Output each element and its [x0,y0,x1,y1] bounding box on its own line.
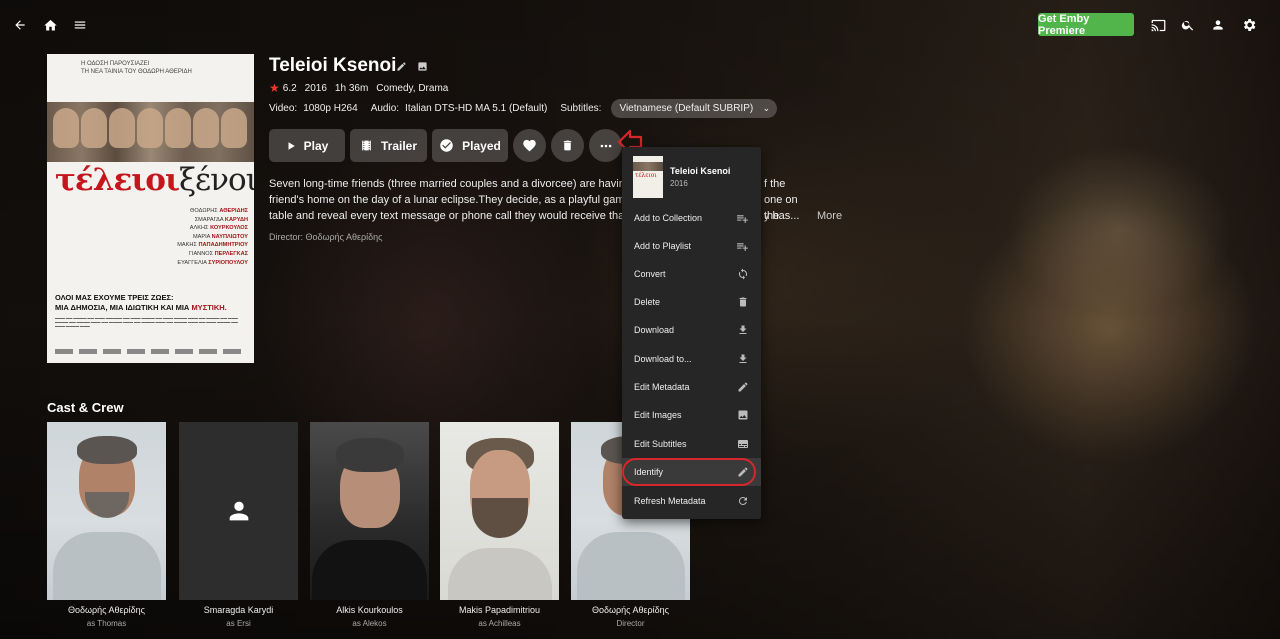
pencil-icon [738,382,748,392]
subtitles-select[interactable]: Vietnamese (Default SUBRIP) ⌄ [611,99,778,118]
playlist-add-icon [737,242,748,251]
home-icon[interactable] [40,15,60,35]
action-buttons: Play Trailer Played [269,129,622,162]
meta-row: ★ 6.2 2016 1h 36m Comedy, Drama [269,81,448,95]
cast-card[interactable]: Alkis Kourkoulos as Alekos [310,422,429,628]
cast-photo [47,422,166,600]
director-line: Director: Θοδωρής Αθερίδης [269,232,383,242]
trailer-button[interactable]: Trailer [350,129,427,162]
person-icon [229,501,248,521]
subtitles-label: Subtitles: [560,103,602,114]
download-icon [739,325,747,334]
context-menu: τέλειοι Teleioi Ksenoi 2016 Add to Colle… [622,147,761,519]
cast-photo-placeholder [179,422,298,600]
heart-icon [523,139,536,152]
top-bar: Get Emby Premiere [0,0,1280,50]
cast-card[interactable]: Θοδωρής Αθερίδης as Thomas [47,422,166,628]
menu-identify[interactable]: Identify [622,458,761,486]
menu-item-year: 2016 [670,179,688,188]
image-icon [738,410,748,420]
audio-label: Audio: [370,103,400,114]
year: 2016 [304,82,327,94]
menu-download[interactable]: Download [622,316,761,344]
refresh-icon [738,497,747,506]
rating-star-icon: ★ [269,81,280,95]
annotation-highlight-ring [622,458,756,486]
favorite-button[interactable] [513,129,546,162]
cast-name: Alkis Kourkoulos [336,605,403,615]
menu-edit-subtitles[interactable]: Edit Subtitles [622,430,761,458]
video-label: Video: [269,103,298,114]
cast-name: Θοδωρής Αθερίδης [591,605,669,615]
menu-convert[interactable]: Convert [622,260,761,288]
download-icon [739,354,747,363]
sync-icon [738,268,748,280]
chevron-down-icon: ⌄ [762,103,771,113]
cast-name: Smaragda Karydi [203,605,274,615]
edit-image-icon[interactable] [416,60,428,72]
hamburger-menu-icon[interactable] [70,15,90,35]
menu-refresh-metadata[interactable]: Refresh Metadata [622,487,761,515]
menu-add-to-collection[interactable]: Add to Collection [622,204,761,232]
played-button[interactable]: Played [432,129,508,162]
genres: Comedy, Drama [376,82,449,94]
edit-pencil-icon[interactable] [395,60,407,72]
delete-button[interactable] [551,129,584,162]
cast-name: Makis Papadimitriou [458,605,541,615]
film-icon [362,140,371,151]
menu-edit-images[interactable]: Edit Images [622,401,761,429]
check-circle-icon [440,139,453,152]
poster-cast-names: ΘΟΔΩΡΗΣ ΑΘΕΡΙΔΗΣ ΣΜΑΡΑΓΔΑ ΚΑΡΥΔΗ ΑΛΚΗΣ Κ… [177,208,248,266]
playlist-add-icon [737,214,748,223]
menu-item-title: Teleioi Ksenoi [670,166,731,176]
poster-credit: Η ΟΔΟΣΗ ΠΑΡΟΥΣΙΑΖΕΙ ΤΗ ΝΕΑ ΤΑΙΝΙΑ ΤΟΥ ΘΟ… [81,61,192,75]
cast-photo [440,422,559,600]
more-horizontal-icon [600,144,611,147]
more-link[interactable]: More [817,210,842,222]
poster-cast-photo [47,102,254,162]
movie-poster[interactable]: Η ΟΔΟΣΗ ΠΑΡΟΥΣΙΑΖΕΙ ΤΗ ΝΕΑ ΤΑΙΝΙΑ ΤΟΥ ΘΟ… [47,54,254,363]
menu-download-to[interactable]: Download to... [622,345,761,373]
poster-title: τέλειοιξένοι [55,162,254,198]
back-arrow-icon[interactable] [10,15,30,35]
rating: 6.2 [282,82,297,94]
menu-edit-metadata[interactable]: Edit Metadata [622,373,761,401]
search-icon[interactable] [1178,15,1198,35]
trash-icon [563,140,572,151]
cast-card[interactable]: Smaragda Karydi as Ersi [179,422,298,628]
settings-gear-icon[interactable] [1238,14,1260,36]
play-button[interactable]: Play [269,129,345,162]
cast-photo [310,422,429,600]
trash-icon [739,297,747,307]
poster-fine-print: ▬▬▬ ▬▬ ▬▬▬▬ ▬▬ ▬▬▬ ▬▬▬▬▬ ▬▬ ▬▬▬ ▬▬▬▬ ▬▬ … [55,316,238,329]
media-info-row: Video: 1080p H264 Audio: Italian DTS-HD … [269,99,778,118]
cast-role: as Achilleas [478,619,521,628]
cast-role: as Ersi [226,619,251,628]
audio-value: Italian DTS-HD MA 5.1 (Default) [405,103,548,114]
cast-heading: Cast & Crew [47,400,124,415]
play-icon [288,141,295,150]
menu-add-to-playlist[interactable]: Add to Playlist [622,232,761,260]
video-value: 1080p H264 [303,103,358,114]
poster-tagline: ΟΛΟΙ ΜΑΣ ΕΧΟΥΜΕ ΤΡΕΙΣ ΖΩΕΣ: ΜΙΑ ΔΗΜΟΣΙΑ,… [55,293,227,312]
menu-delete[interactable]: Delete [622,288,761,316]
cast-role: as Thomas [86,619,127,628]
cast-role: Director [616,619,645,628]
poster-logos [55,345,247,357]
page-title: Teleioi Ksenoi [269,55,397,76]
runtime: 1h 36m [334,82,369,94]
menu-thumbnail: τέλειοι [633,156,663,198]
cast-icon[interactable] [1148,15,1168,35]
cast-name: Θοδωρής Αθερίδης [67,605,145,615]
user-icon[interactable] [1208,15,1228,35]
get-premiere-button[interactable]: Get Emby Premiere [1038,13,1134,37]
subtitles-icon [738,440,748,448]
cast-card[interactable]: Makis Papadimitriou as Achilleas [440,422,559,628]
cast-role: as Alekos [352,619,387,628]
